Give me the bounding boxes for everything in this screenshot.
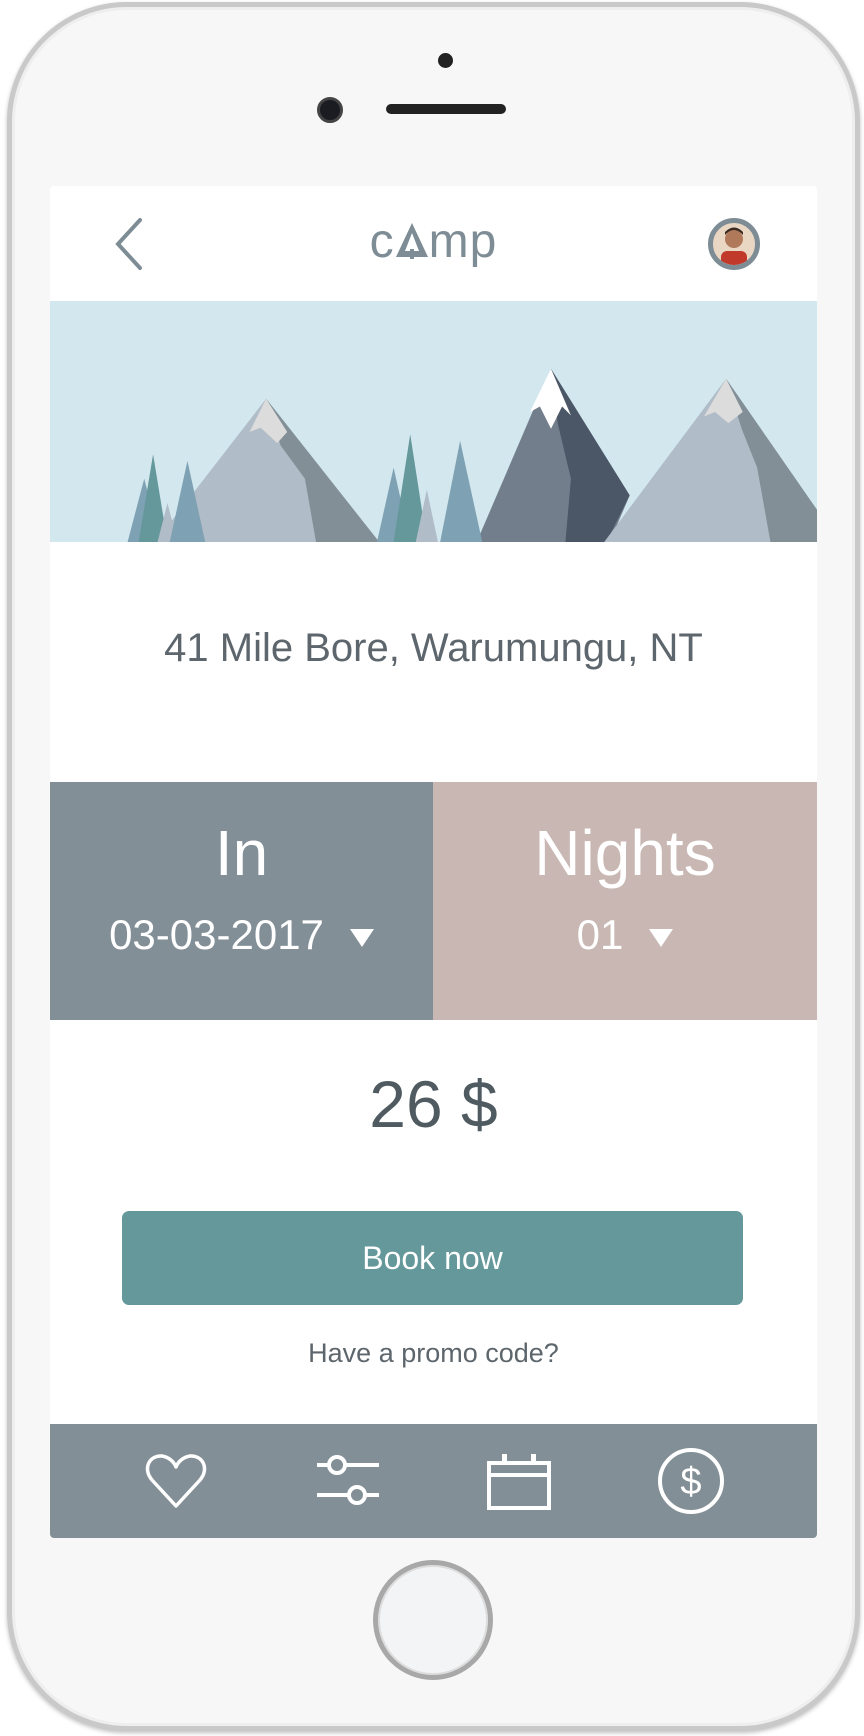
app-screen: cAmp cmp 41 Mile Bore, Warumungu, NT In … (50, 186, 817, 1538)
nights-selector[interactable]: Nights 01 (433, 782, 817, 1020)
tree-a-icon (395, 223, 428, 259)
dollar-icon[interactable]: $ (656, 1446, 726, 1516)
promo-code-link[interactable]: Have a promo code? (50, 1338, 817, 1369)
price: 26 $ (369, 1067, 498, 1141)
heart-icon[interactable] (141, 1446, 211, 1516)
svg-text:$: $ (681, 1461, 702, 1503)
book-now-button[interactable]: Book now (122, 1211, 743, 1305)
header: cAmp cmp (50, 186, 817, 301)
sliders-icon[interactable] (313, 1446, 383, 1516)
check-in-date-selector[interactable]: In 03-03-2017 (50, 782, 433, 1020)
app-logo: cAmp cmp (369, 215, 498, 268)
front-camera (317, 97, 343, 123)
bottom-nav: $ (50, 1424, 817, 1538)
check-in-label: In (214, 817, 269, 889)
dropdown-arrow-icon (649, 928, 674, 947)
campsite-address: 41 Mile Bore, Warumungu, NT (164, 626, 703, 670)
mountain-banner (50, 301, 817, 542)
calendar-icon[interactable] (484, 1446, 554, 1516)
check-in-value: 03-03-2017 (109, 911, 324, 958)
dropdown-arrow-icon (349, 928, 374, 947)
nights-value: 01 (576, 911, 624, 958)
avatar[interactable] (708, 218, 760, 270)
earpiece-speaker (386, 104, 506, 114)
user-avatar-icon (721, 227, 747, 265)
sensor-dot (438, 53, 453, 68)
nights-label: Nights (534, 817, 716, 889)
home-button[interactable] (373, 1560, 493, 1680)
